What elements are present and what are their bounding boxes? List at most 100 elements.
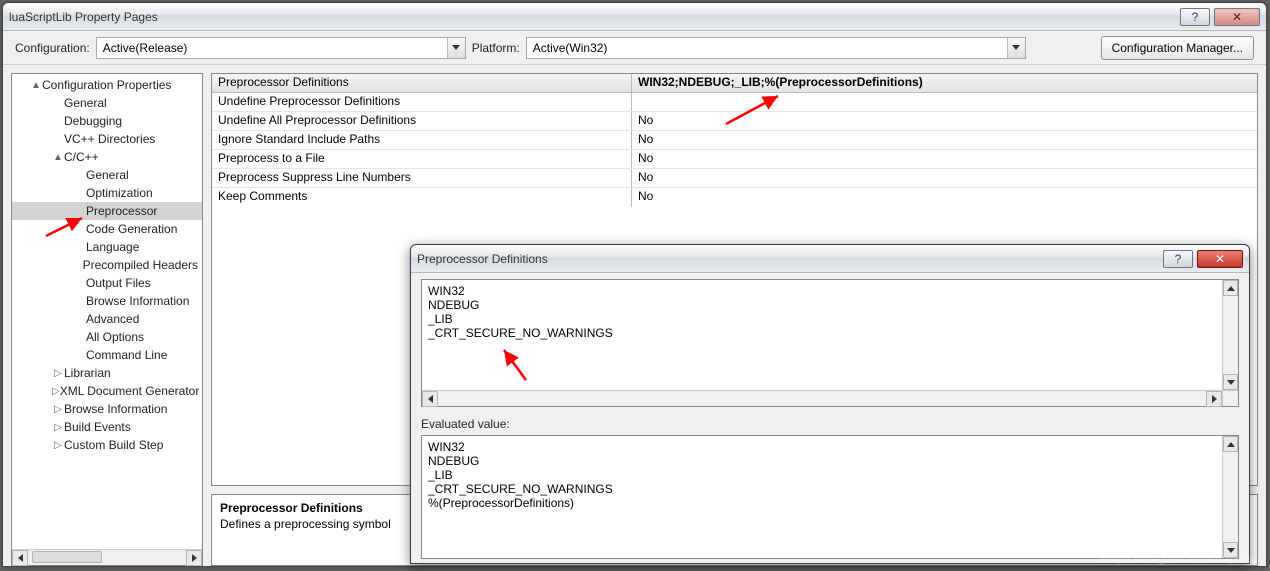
- tree-item[interactable]: Advanced: [12, 310, 202, 328]
- tree-item[interactable]: General: [12, 166, 202, 184]
- tree-item[interactable]: ▲C/C++: [12, 148, 202, 166]
- help-icon: ?: [1175, 252, 1182, 266]
- help-icon: ?: [1192, 10, 1199, 24]
- tree-expand-icon[interactable]: ▷: [52, 386, 60, 397]
- tree-item[interactable]: General: [12, 94, 202, 112]
- property-value[interactable]: [632, 93, 1257, 111]
- property-value[interactable]: No: [632, 131, 1257, 149]
- preprocessor-definitions-dialog: Preprocessor Definitions ? ✕ WIN32 NDEBU…: [410, 244, 1250, 564]
- tree-item-label: Advanced: [86, 312, 139, 326]
- grid-row[interactable]: Undefine All Preprocessor DefinitionsNo: [212, 112, 1257, 131]
- scroll-thumb[interactable]: [32, 551, 102, 563]
- tree-item[interactable]: Debugging: [12, 112, 202, 130]
- tree-item-label: Browse Information: [86, 294, 189, 308]
- popup-help-button[interactable]: ?: [1163, 250, 1193, 268]
- definitions-text: WIN32 NDEBUG _LIB _CRT_SECURE_NO_WARNING…: [422, 280, 1238, 344]
- tree-scroll-area[interactable]: ▲Configuration PropertiesGeneralDebuggin…: [12, 74, 202, 549]
- tree-item-label: Build Events: [64, 420, 131, 434]
- scroll-up-icon[interactable]: [1223, 436, 1238, 452]
- tree-item-label: Preprocessor: [86, 204, 157, 218]
- chevron-down-icon: [1007, 38, 1025, 58]
- tree-item[interactable]: Precompiled Headers: [12, 256, 202, 274]
- property-value[interactable]: No: [632, 169, 1257, 187]
- tree-item[interactable]: Browse Information: [12, 292, 202, 310]
- popup-titlebar[interactable]: Preprocessor Definitions ? ✕: [411, 245, 1249, 273]
- tree-expand-icon[interactable]: ▷: [52, 440, 64, 451]
- tree-expand-icon[interactable]: ▲: [30, 80, 42, 91]
- tree-item[interactable]: Preprocessor: [12, 202, 202, 220]
- platform-combo[interactable]: Active(Win32): [526, 37, 1026, 59]
- tree-item[interactable]: VC++ Directories: [12, 130, 202, 148]
- scroll-down-icon[interactable]: [1223, 374, 1238, 390]
- scroll-left-icon[interactable]: [12, 550, 28, 566]
- config-toolbar: Configuration: Active(Release) Platform:…: [3, 31, 1266, 65]
- property-name: Ignore Standard Include Paths: [212, 131, 632, 149]
- tree-item[interactable]: ▷Browse Information: [12, 400, 202, 418]
- popup-close-button[interactable]: ✕: [1197, 250, 1243, 268]
- configuration-value: Active(Release): [103, 41, 188, 55]
- tree-item-label: General: [86, 168, 129, 182]
- tree-item[interactable]: Command Line: [12, 346, 202, 364]
- tree-expand-icon[interactable]: ▲: [52, 152, 64, 163]
- tree-item-label: Output Files: [86, 276, 151, 290]
- tree-item[interactable]: ▷Custom Build Step: [12, 436, 202, 454]
- scroll-up-icon[interactable]: [1223, 280, 1238, 296]
- grid-row[interactable]: Preprocessor DefinitionsWIN32;NDEBUG;_LI…: [212, 74, 1257, 93]
- property-name: Undefine All Preprocessor Definitions: [212, 112, 632, 130]
- property-value[interactable]: No: [632, 150, 1257, 168]
- popup-title: Preprocessor Definitions: [417, 252, 1159, 266]
- property-value[interactable]: No: [632, 112, 1257, 130]
- tree-expand-icon[interactable]: ▷: [52, 368, 64, 379]
- tree-item-label: Command Line: [86, 348, 167, 362]
- definitions-textbox[interactable]: WIN32 NDEBUG _LIB _CRT_SECURE_NO_WARNING…: [421, 279, 1239, 407]
- configuration-label: Configuration:: [15, 41, 90, 55]
- tree-item-label: Language: [86, 240, 139, 254]
- property-value[interactable]: No: [632, 188, 1257, 207]
- main-titlebar[interactable]: luaScriptLib Property Pages ? ✕: [3, 3, 1266, 31]
- tree-item[interactable]: ▷Librarian: [12, 364, 202, 382]
- configuration-manager-button[interactable]: Configuration Manager...: [1101, 36, 1254, 60]
- tree-item-label: Code Generation: [86, 222, 177, 236]
- tree-item[interactable]: Output Files: [12, 274, 202, 292]
- popup-body: WIN32 NDEBUG _LIB _CRT_SECURE_NO_WARNING…: [411, 273, 1249, 563]
- scroll-right-icon[interactable]: [186, 550, 202, 566]
- scroll-corner: [1222, 390, 1238, 406]
- property-value[interactable]: WIN32;NDEBUG;_LIB;%(PreprocessorDefiniti…: [632, 74, 1257, 92]
- tree-horizontal-scrollbar[interactable]: [12, 549, 202, 565]
- textbox-vertical-scrollbar[interactable]: [1222, 280, 1238, 390]
- tree-item-label: Optimization: [86, 186, 153, 200]
- property-name: Undefine Preprocessor Definitions: [212, 93, 632, 111]
- evaluated-vertical-scrollbar[interactable]: [1222, 436, 1238, 558]
- tree-expand-icon[interactable]: ▷: [52, 422, 64, 433]
- textbox-horizontal-scrollbar[interactable]: [422, 390, 1222, 406]
- tree-item-label: Custom Build Step: [64, 438, 163, 452]
- scroll-right-icon[interactable]: [1206, 391, 1222, 407]
- grid-row[interactable]: Keep CommentsNo: [212, 188, 1257, 207]
- category-tree[interactable]: ▲Configuration PropertiesGeneralDebuggin…: [11, 73, 203, 566]
- grid-row[interactable]: Preprocess to a FileNo: [212, 150, 1257, 169]
- evaluated-value-label: Evaluated value:: [421, 417, 1239, 431]
- grid-row[interactable]: Ignore Standard Include PathsNo: [212, 131, 1257, 150]
- grid-row[interactable]: Undefine Preprocessor Definitions: [212, 93, 1257, 112]
- tree-item[interactable]: ▷Build Events: [12, 418, 202, 436]
- platform-value: Active(Win32): [533, 41, 608, 55]
- tree-item[interactable]: Language: [12, 238, 202, 256]
- tree-item-label: All Options: [86, 330, 144, 344]
- tree-item[interactable]: Code Generation: [12, 220, 202, 238]
- scroll-left-icon[interactable]: [422, 391, 438, 407]
- tree-item[interactable]: Optimization: [12, 184, 202, 202]
- tree-item[interactable]: All Options: [12, 328, 202, 346]
- tree-item-label: Debugging: [64, 114, 122, 128]
- close-button[interactable]: ✕: [1214, 8, 1260, 26]
- tree-item-label: Precompiled Headers: [83, 258, 198, 272]
- configuration-combo[interactable]: Active(Release): [96, 37, 466, 59]
- property-name: Preprocess to a File: [212, 150, 632, 168]
- tree-item-label: VC++ Directories: [64, 132, 155, 146]
- tree-item[interactable]: ▲Configuration Properties: [12, 76, 202, 94]
- grid-row[interactable]: Preprocess Suppress Line NumbersNo: [212, 169, 1257, 188]
- chevron-down-icon: [447, 38, 465, 58]
- evaluated-value-text: WIN32 NDEBUG _LIB _CRT_SECURE_NO_WARNING…: [422, 436, 1238, 514]
- help-button[interactable]: ?: [1180, 8, 1210, 26]
- tree-expand-icon[interactable]: ▷: [52, 404, 64, 415]
- tree-item[interactable]: ▷XML Document Generator: [12, 382, 202, 400]
